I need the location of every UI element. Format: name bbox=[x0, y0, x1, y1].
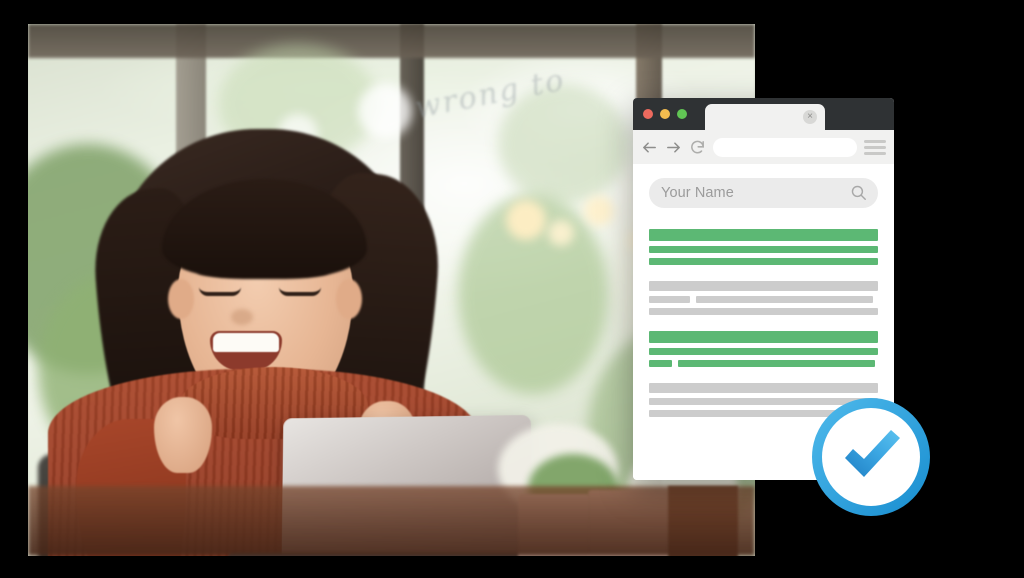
green-block-1 bbox=[649, 229, 878, 265]
content-bar bbox=[677, 360, 875, 367]
search-input-value: Your Name bbox=[661, 185, 734, 201]
content-bar bbox=[649, 246, 878, 253]
content-bar bbox=[649, 360, 672, 367]
gray-block-1 bbox=[649, 281, 878, 315]
content-bar bbox=[649, 308, 878, 315]
content-line bbox=[649, 383, 878, 393]
content-line bbox=[649, 308, 878, 315]
content-line bbox=[649, 360, 878, 367]
browser-titlebar: × bbox=[633, 98, 894, 130]
back-arrow-icon[interactable] bbox=[641, 139, 658, 156]
verified-check-badge bbox=[812, 398, 930, 516]
green-block-2 bbox=[649, 331, 878, 367]
address-bar[interactable] bbox=[713, 137, 857, 157]
ear-right bbox=[336, 279, 362, 319]
content-bar bbox=[649, 383, 878, 393]
nose bbox=[231, 309, 253, 325]
close-icon[interactable]: × bbox=[803, 110, 817, 124]
content-line bbox=[649, 246, 878, 253]
ear-left bbox=[168, 279, 194, 319]
content-bar bbox=[649, 331, 878, 343]
search-input[interactable]: Your Name bbox=[649, 178, 878, 208]
screenshot-stage: wrong to × Your Name bbox=[0, 0, 1024, 578]
bokeh-light bbox=[548, 220, 574, 246]
menu-icon[interactable] bbox=[864, 139, 886, 155]
search-icon[interactable] bbox=[850, 184, 867, 201]
teeth bbox=[213, 333, 279, 352]
reload-icon[interactable] bbox=[689, 139, 706, 156]
content-line bbox=[649, 331, 878, 343]
content-line bbox=[649, 281, 878, 291]
bokeh-light bbox=[584, 196, 614, 226]
check-circle-icon bbox=[812, 398, 930, 516]
maximize-window-button[interactable] bbox=[677, 109, 687, 119]
skeleton-content bbox=[649, 229, 878, 417]
forward-arrow-icon[interactable] bbox=[665, 139, 682, 156]
content-bar bbox=[649, 281, 878, 291]
close-window-button[interactable] bbox=[643, 109, 653, 119]
content-line bbox=[649, 348, 878, 355]
desk-surface bbox=[28, 486, 755, 556]
content-bar bbox=[649, 348, 878, 355]
content-bar bbox=[696, 296, 873, 303]
minimize-window-button[interactable] bbox=[660, 109, 670, 119]
eye-left bbox=[199, 287, 241, 296]
traffic-lights bbox=[643, 109, 687, 119]
content-bar bbox=[649, 229, 878, 241]
content-line bbox=[649, 229, 878, 241]
content-line bbox=[649, 296, 878, 303]
content-bar bbox=[649, 258, 878, 265]
content-line bbox=[649, 258, 878, 265]
content-bar bbox=[649, 296, 691, 303]
browser-toolbar bbox=[633, 130, 894, 164]
hand-left-fist bbox=[154, 397, 212, 473]
eye-right bbox=[279, 287, 321, 296]
browser-tab[interactable]: × bbox=[705, 104, 825, 130]
